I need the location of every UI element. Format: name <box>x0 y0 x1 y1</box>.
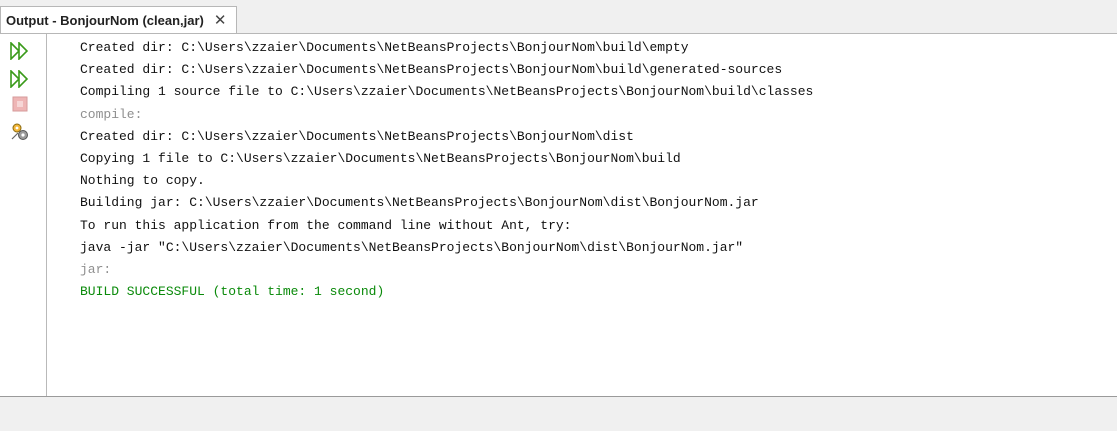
output-log[interactable]: Created dir: C:\Users\zzaier\Documents\N… <box>80 37 1117 303</box>
output-line: BUILD SUCCESSFUL (total time: 1 second) <box>80 284 385 300</box>
rerun-icon[interactable] <box>10 41 30 61</box>
output-line: Compiling 1 source file to C:\Users\zzai… <box>80 84 814 100</box>
output-line: Nothing to copy. <box>80 173 205 189</box>
status-area <box>0 397 1117 431</box>
output-line: java -jar "C:\Users\zzaier\Documents\Net… <box>80 239 744 255</box>
output-line: To run this application from the command… <box>80 217 572 233</box>
output-line: jar: <box>80 261 112 277</box>
tab-title: Output - BonjourNom (clean,jar) <box>6 13 204 28</box>
tab-output[interactable]: Output - BonjourNom (clean,jar) ✕ <box>0 6 238 34</box>
close-icon[interactable]: ✕ <box>214 13 227 28</box>
output-line: compile: <box>80 106 143 122</box>
output-panel: Created dir: C:\Users\zzaier\Documents\N… <box>0 33 1117 397</box>
rerun-with-params-icon[interactable] <box>10 69 30 89</box>
settings-icon[interactable] <box>10 122 30 142</box>
output-line: Building jar: C:\Users\zzaier\Documents\… <box>80 195 759 211</box>
tab-bar: Output - BonjourNom (clean,jar) ✕ <box>0 0 1117 34</box>
output-window: Output - BonjourNom (clean,jar) ✕ Create… <box>0 0 1117 431</box>
stop-icon[interactable] <box>10 94 30 114</box>
output-line: Copying 1 file to C:\Users\zzaier\Docume… <box>80 150 681 166</box>
output-line: Created dir: C:\Users\zzaier\Documents\N… <box>80 62 783 78</box>
output-line: Created dir: C:\Users\zzaier\Documents\N… <box>80 40 689 55</box>
output-toolbar <box>0 34 47 396</box>
output-line: Created dir: C:\Users\zzaier\Documents\N… <box>80 128 634 144</box>
